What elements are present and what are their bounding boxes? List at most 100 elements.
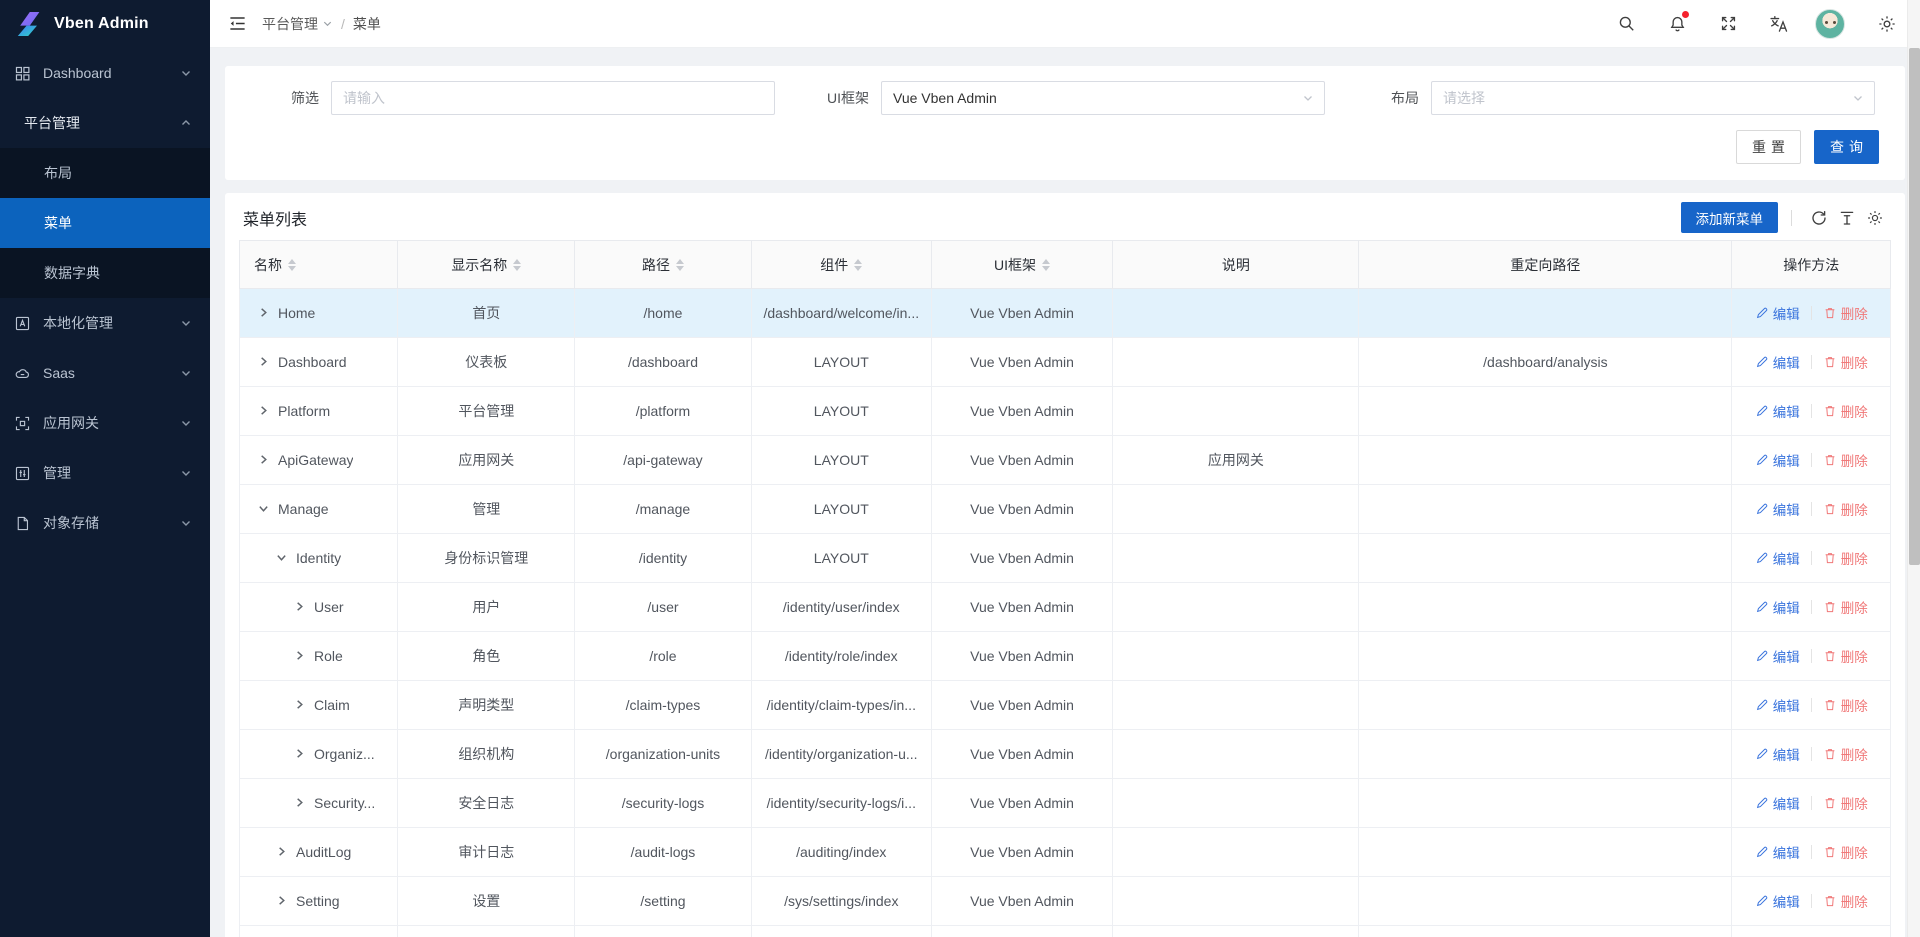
delete-button[interactable]: 删除: [1823, 401, 1868, 421]
sidebar: Vben Admin Dashboard 平台管理 布局 菜单 数据字典: [0, 0, 210, 937]
gateway-frame-icon: [14, 415, 31, 432]
delete-button[interactable]: 删除: [1823, 842, 1868, 862]
edit-button[interactable]: 编辑: [1755, 891, 1800, 911]
tree-expand-icon[interactable]: [258, 503, 270, 515]
action-divider: [1811, 845, 1812, 859]
sort-icon[interactable]: [676, 259, 684, 271]
sidebar-item-dashboard[interactable]: Dashboard: [0, 48, 210, 98]
edit-button[interactable]: 编辑: [1755, 842, 1800, 862]
delete-button[interactable]: 删除: [1823, 352, 1868, 372]
edit-button[interactable]: 编辑: [1755, 303, 1800, 323]
edit-button[interactable]: 编辑: [1755, 597, 1800, 617]
cell-description: [1113, 828, 1359, 877]
sidebar-item-api-gateway[interactable]: 应用网关: [0, 398, 210, 448]
search-button[interactable]: 查询: [1814, 130, 1879, 164]
refresh-icon[interactable]: [1805, 205, 1833, 231]
layout-select[interactable]: 请选择: [1431, 81, 1875, 115]
edit-button[interactable]: 编辑: [1755, 744, 1800, 764]
column-settings-gear-icon[interactable]: [1861, 205, 1889, 231]
sort-icon[interactable]: [854, 259, 862, 271]
cell-ui-framework: Vue Vben Admin: [931, 583, 1113, 632]
sidebar-item-platform-management[interactable]: 平台管理: [0, 98, 210, 148]
sidebar-item-localization[interactable]: 本地化管理: [0, 298, 210, 348]
edit-button[interactable]: 编辑: [1755, 450, 1800, 470]
page-scrollbar-thumb[interactable]: [1909, 48, 1920, 565]
cell-description: [1113, 289, 1359, 338]
tree-expand-icon[interactable]: [258, 356, 270, 368]
sidebar-item-menu[interactable]: 菜单: [0, 198, 210, 248]
delete-button[interactable]: 删除: [1823, 695, 1868, 715]
table-row: User 用户 /user /identity/user/index Vue V…: [240, 583, 1891, 632]
cell-ui-framework: Vue Vben Admin: [931, 338, 1113, 387]
tree-expand-icon[interactable]: [294, 699, 306, 711]
cell-path: /home: [575, 289, 752, 338]
edit-button[interactable]: 编辑: [1755, 401, 1800, 421]
ui-framework-select[interactable]: Vue Vben Admin: [881, 81, 1325, 115]
tree-expand-icon[interactable]: [294, 797, 306, 809]
delete-button[interactable]: 删除: [1823, 597, 1868, 617]
sort-icon[interactable]: [1042, 259, 1050, 271]
settings-gear-icon[interactable]: [1872, 9, 1902, 39]
edit-button[interactable]: 编辑: [1755, 646, 1800, 666]
tree-expand-icon[interactable]: [294, 601, 306, 613]
cell-redirect-path: [1359, 730, 1732, 779]
filter-keyword-input[interactable]: [343, 90, 763, 106]
delete-button[interactable]: 删除: [1823, 548, 1868, 568]
translate-icon[interactable]: [1764, 9, 1794, 39]
tree-expand-icon[interactable]: [258, 307, 270, 319]
row-height-icon[interactable]: [1833, 205, 1861, 231]
sidebar-item-saas[interactable]: Saas: [0, 348, 210, 398]
cell-redirect-path: [1359, 387, 1732, 436]
pencil-icon: [1755, 649, 1769, 663]
menu-fold-icon[interactable]: [222, 9, 252, 39]
tree-expand-icon[interactable]: [258, 405, 270, 417]
tree-expand-icon[interactable]: [294, 650, 306, 662]
sidebar-item-object-storage[interactable]: 对象存储: [0, 498, 210, 548]
sort-icon[interactable]: [288, 259, 296, 271]
column-header-name[interactable]: 名称: [240, 241, 398, 289]
notification-bell-icon[interactable]: [1662, 9, 1692, 39]
edit-button[interactable]: 编辑: [1755, 793, 1800, 813]
ui-framework-label: UI框架: [805, 88, 869, 108]
cell-ui-framework: Vue Vben Admin: [931, 289, 1113, 338]
edit-button[interactable]: 编辑: [1755, 499, 1800, 519]
search-icon[interactable]: [1611, 9, 1641, 39]
tree-expand-icon[interactable]: [276, 895, 288, 907]
delete-button[interactable]: 删除: [1823, 891, 1868, 911]
delete-button[interactable]: 删除: [1823, 450, 1868, 470]
page-scrollbar-track[interactable]: [1907, 0, 1920, 937]
delete-button[interactable]: 删除: [1823, 744, 1868, 764]
column-header-ui-framework[interactable]: UI框架: [931, 241, 1113, 289]
file-icon: [14, 515, 31, 532]
edit-button[interactable]: 编辑: [1755, 695, 1800, 715]
delete-button[interactable]: 删除: [1823, 646, 1868, 666]
cell-component: /identity/organization-u...: [751, 730, 931, 779]
column-header-display-name[interactable]: 显示名称: [398, 241, 575, 289]
avatar[interactable]: [1815, 9, 1845, 39]
chevron-down-icon: [180, 517, 192, 529]
sort-icon[interactable]: [513, 259, 521, 271]
add-menu-button[interactable]: 添加新菜单: [1681, 202, 1779, 233]
tree-expand-icon[interactable]: [276, 846, 288, 858]
reset-button[interactable]: 重置: [1736, 130, 1801, 164]
app-logo[interactable]: Vben Admin: [0, 0, 210, 48]
fullscreen-icon[interactable]: [1713, 9, 1743, 39]
delete-button[interactable]: 删除: [1823, 303, 1868, 323]
column-header-component[interactable]: 组件: [751, 241, 931, 289]
sidebar-item-data-dictionary[interactable]: 数据字典: [0, 248, 210, 298]
cell-description: [1113, 485, 1359, 534]
breadcrumb-parent[interactable]: 平台管理: [262, 14, 333, 34]
edit-button[interactable]: 编辑: [1755, 352, 1800, 372]
delete-button[interactable]: 删除: [1823, 793, 1868, 813]
sidebar-item-layout[interactable]: 布局: [0, 148, 210, 198]
tree-expand-icon[interactable]: [258, 454, 270, 466]
tree-expand-icon[interactable]: [294, 748, 306, 760]
column-header-path[interactable]: 路径: [575, 241, 752, 289]
tree-expand-icon[interactable]: [276, 552, 288, 564]
delete-button[interactable]: 删除: [1823, 499, 1868, 519]
edit-button[interactable]: 编辑: [1755, 548, 1800, 568]
trash-icon: [1823, 453, 1837, 467]
sidebar-item-management[interactable]: 管理: [0, 448, 210, 498]
cell-ui-framework: Vue Vben Admin: [931, 877, 1113, 926]
cell-name: Home: [278, 305, 315, 321]
